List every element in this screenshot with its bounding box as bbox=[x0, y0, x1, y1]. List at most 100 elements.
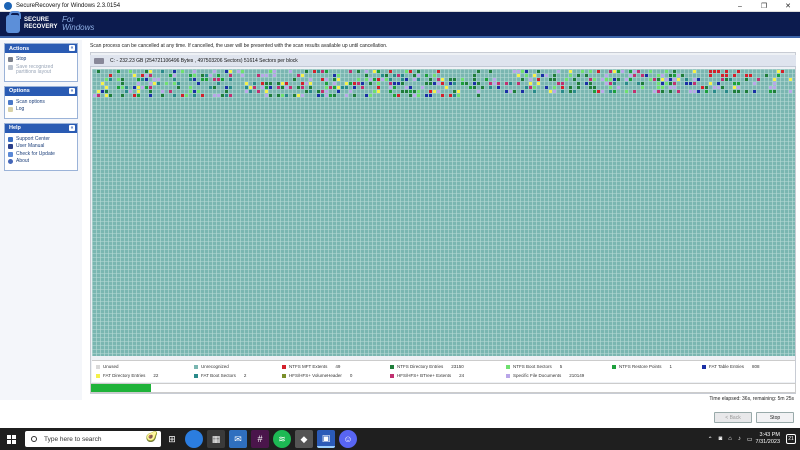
chrome-icon[interactable] bbox=[185, 430, 203, 448]
scanned-block bbox=[489, 82, 492, 85]
minimize-button[interactable]: – bbox=[728, 0, 752, 12]
options-panel-header[interactable]: Options « bbox=[5, 86, 77, 96]
sidebar-item-scan-options[interactable]: Scan options bbox=[8, 99, 74, 106]
scanned-block bbox=[553, 74, 556, 77]
scanned-block bbox=[109, 78, 112, 81]
scanned-block bbox=[509, 82, 512, 85]
chevron-up-icon[interactable]: ⌃ bbox=[708, 436, 713, 443]
window-title: SecureRecovery for Windows 2.3.0154 bbox=[16, 2, 121, 9]
scanned-block bbox=[417, 78, 420, 81]
scanned-block bbox=[149, 70, 152, 73]
scanned-block bbox=[529, 86, 532, 89]
scanned-block bbox=[305, 82, 308, 85]
collapse-icon[interactable]: « bbox=[69, 45, 75, 51]
scanned-block bbox=[401, 82, 404, 85]
task-view-icon[interactable]: ⊞ bbox=[163, 430, 181, 448]
taskbar-search[interactable]: Type here to search 🥑 bbox=[25, 431, 161, 447]
close-button[interactable]: ✕ bbox=[776, 0, 800, 12]
scanned-block bbox=[641, 86, 644, 89]
legend-label: Specific File Documents bbox=[513, 373, 562, 378]
scanned-block bbox=[421, 86, 424, 89]
back-button[interactable]: < Back bbox=[714, 412, 752, 423]
slack-icon[interactable]: # bbox=[251, 430, 269, 448]
scanned-block bbox=[337, 78, 340, 81]
scanned-block bbox=[137, 90, 140, 93]
network-icon[interactable]: ⌂ bbox=[728, 436, 732, 442]
stop-button[interactable]: Stop bbox=[756, 412, 794, 423]
spotify-icon[interactable]: ≋ bbox=[273, 430, 291, 448]
scanned-block bbox=[561, 86, 564, 89]
battery-icon[interactable]: ▭ bbox=[747, 436, 753, 443]
legend-count: 808 bbox=[752, 364, 760, 369]
scanned-block bbox=[277, 94, 280, 97]
stop-icon bbox=[8, 57, 13, 62]
scanned-block bbox=[305, 70, 308, 73]
actions-panel: Actions « Stop Save recognized partition… bbox=[4, 43, 78, 82]
help-panel-header[interactable]: Help « bbox=[5, 123, 77, 133]
scanned-block bbox=[117, 86, 120, 89]
scanned-block bbox=[433, 74, 436, 77]
legend-item: HFS/HFS+ VolumeHeader 0 bbox=[282, 373, 352, 378]
scanned-block bbox=[721, 74, 724, 77]
scanned-block bbox=[117, 70, 120, 73]
notifications-badge[interactable]: 21 bbox=[786, 434, 796, 444]
camera-icon[interactable]: ◙ bbox=[719, 436, 723, 442]
legend-label: Unused bbox=[103, 364, 119, 369]
scanned-block bbox=[461, 78, 464, 81]
sidebar-item-user-manual[interactable]: User Manual bbox=[8, 143, 74, 150]
scanned-block bbox=[565, 78, 568, 81]
securerecovery-icon[interactable]: ▣ bbox=[317, 430, 335, 448]
scanned-block bbox=[505, 82, 508, 85]
scanned-block bbox=[189, 90, 192, 93]
scanned-block bbox=[189, 74, 192, 77]
photos-icon[interactable]: ▦ bbox=[207, 430, 225, 448]
scanned-block bbox=[529, 82, 532, 85]
scanned-block bbox=[161, 90, 164, 93]
scanned-block bbox=[297, 86, 300, 89]
scanned-block bbox=[633, 90, 636, 93]
scanned-block bbox=[569, 86, 572, 89]
volume-icon[interactable]: ♪ bbox=[738, 436, 741, 442]
scanned-block bbox=[645, 74, 648, 77]
scanned-block bbox=[129, 90, 132, 93]
scanned-block bbox=[181, 94, 184, 97]
legend-count: 5 bbox=[559, 364, 563, 369]
scanned-block bbox=[309, 82, 312, 85]
scanned-block bbox=[713, 70, 716, 73]
scanned-block bbox=[377, 86, 380, 89]
scanned-block bbox=[673, 74, 676, 77]
sidebar-item-log[interactable]: Log bbox=[8, 106, 74, 113]
scanned-block bbox=[549, 78, 552, 81]
disk-info-bar: C: - 232.23 GB (254721106496 Bytes , 497… bbox=[90, 55, 796, 67]
collapse-icon[interactable]: « bbox=[69, 124, 75, 131]
app-icon[interactable]: ◆ bbox=[295, 430, 313, 448]
scanned-block bbox=[193, 94, 196, 97]
maximize-button[interactable]: ❐ bbox=[752, 0, 776, 12]
sidebar-item-stop[interactable]: Stop bbox=[8, 56, 74, 63]
collapse-icon[interactable]: « bbox=[69, 87, 75, 94]
clock[interactable]: 3:43 PM 7/31/2023 bbox=[756, 432, 780, 446]
scanned-block bbox=[493, 82, 496, 85]
scanned-block bbox=[709, 70, 712, 73]
sidebar-item-support-center[interactable]: Support Center bbox=[8, 136, 74, 143]
mail-icon[interactable]: ✉ bbox=[229, 430, 247, 448]
scanned-block bbox=[457, 90, 460, 93]
scanned-block bbox=[577, 82, 580, 85]
legend-item: NTFS MFT Extents 49 bbox=[282, 364, 340, 369]
actions-panel-header[interactable]: Actions « bbox=[5, 44, 77, 53]
scanned-block bbox=[437, 90, 440, 93]
scanned-block bbox=[245, 90, 248, 93]
scanned-block bbox=[225, 70, 228, 73]
sidebar-item-about[interactable]: About bbox=[8, 158, 74, 165]
scanned-block bbox=[521, 90, 524, 93]
scanned-block bbox=[601, 78, 604, 81]
scanned-block bbox=[789, 78, 792, 81]
discord-icon[interactable]: ☺ bbox=[339, 430, 357, 448]
sidebar-item-check-update[interactable]: Check for Update bbox=[8, 151, 74, 158]
scanned-block bbox=[573, 78, 576, 81]
scanned-block bbox=[477, 94, 480, 97]
scanned-block bbox=[369, 78, 372, 81]
scanned-block bbox=[325, 94, 328, 97]
sidebar-item-save-layout[interactable]: Save recognized partitions layout bbox=[8, 64, 74, 76]
start-button[interactable] bbox=[0, 428, 22, 450]
